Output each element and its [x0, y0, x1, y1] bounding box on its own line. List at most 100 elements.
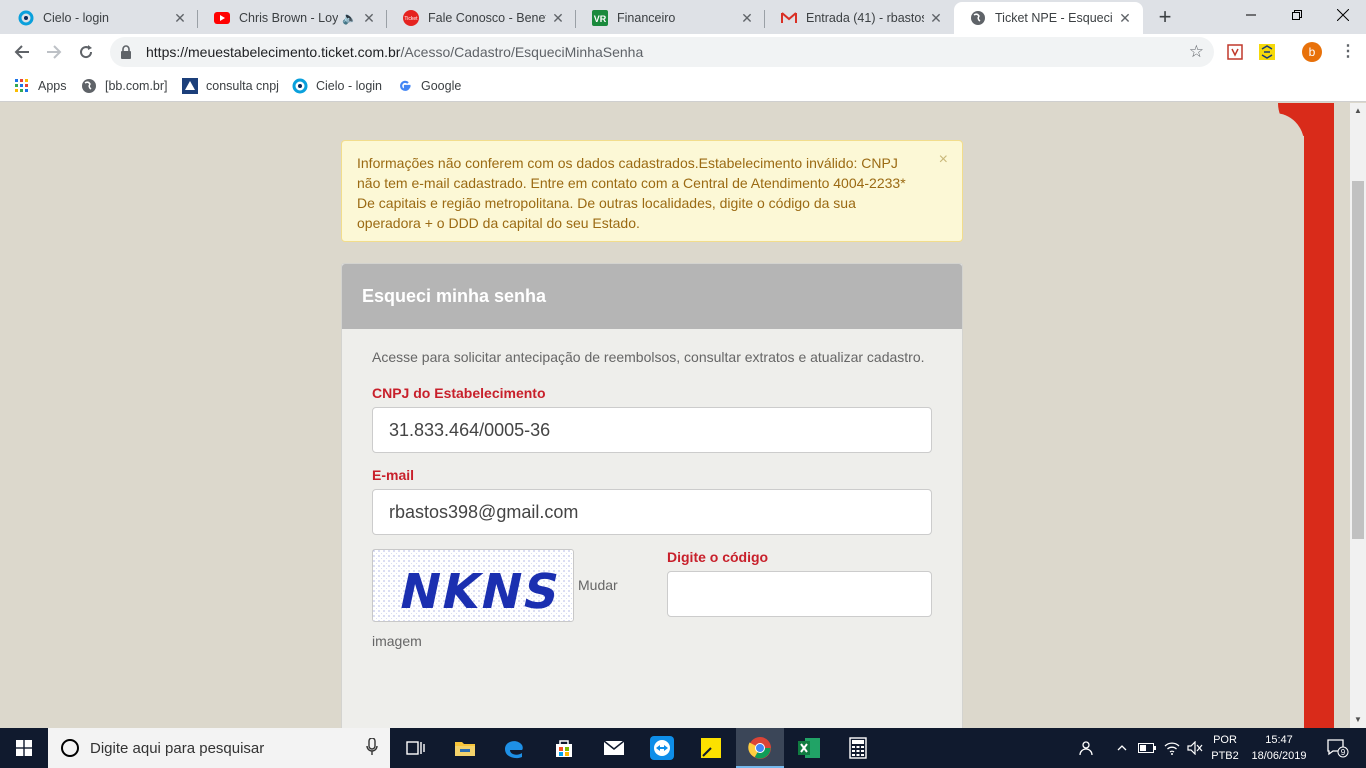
- reload-icon[interactable]: [72, 38, 100, 66]
- change-image-link-continued[interactable]: imagem: [372, 633, 422, 649]
- gmail-icon: [781, 10, 797, 26]
- extension-bb-icon[interactable]: [1257, 42, 1277, 62]
- windows-start-icon[interactable]: [0, 728, 48, 768]
- profile-avatar[interactable]: b: [1302, 42, 1322, 62]
- close-tab-icon[interactable]: ✕: [1117, 10, 1133, 26]
- battery-icon[interactable]: [1136, 728, 1158, 768]
- url-host: https://meuestabelecimento.ticket.com.br: [146, 44, 401, 60]
- bookmark-apps[interactable]: Apps: [14, 76, 67, 96]
- page-viewport: Informações não conferem com os dados ca…: [0, 103, 1350, 728]
- tab-ticket-npe[interactable]: Ticket NPE - Esqueci Mi ✕: [954, 2, 1143, 34]
- globe-icon: [970, 10, 986, 26]
- email-value: rbastos398@gmail.com: [389, 501, 579, 522]
- clock-time: 15:47: [1265, 734, 1293, 746]
- bookmark-label: Apps: [38, 79, 67, 93]
- bookmark-cielo[interactable]: Cielo - login: [292, 76, 382, 96]
- teamviewer-icon[interactable]: [638, 728, 686, 768]
- address-bar[interactable]: https://meuestabelecimento.ticket.com.br…: [110, 37, 1214, 67]
- card-title: Esqueci minha senha: [342, 264, 962, 329]
- windows-taskbar: Digite aqui para pesquisar POR PTB2 15:4…: [0, 728, 1366, 768]
- tab-fale-conosco[interactable]: Ticket Fale Conosco - Benefíci ✕: [387, 2, 576, 34]
- extension-shield-icon[interactable]: [1225, 42, 1245, 62]
- bookmark-label: [bb.com.br]: [105, 79, 168, 93]
- tab-gmail[interactable]: Entrada (41) - rbastos39 ✕: [765, 2, 954, 34]
- bookmark-consulta-cnpj[interactable]: consulta cnpj: [182, 76, 279, 96]
- captcha-text: NKNS: [394, 564, 566, 619]
- svg-text:VR: VR: [594, 14, 607, 24]
- clock-date: 18/06/2019: [1251, 750, 1307, 762]
- tab-title: Ticket NPE - Esqueci Mi: [995, 11, 1113, 25]
- tab-title: Chris Brown - Loyal: [239, 11, 339, 25]
- change-image-link[interactable]: Mudar: [578, 577, 618, 593]
- bookmark-label: consulta cnpj: [206, 79, 279, 93]
- tab-financeiro[interactable]: VR Financeiro ✕: [576, 2, 765, 34]
- sticky-notes-icon[interactable]: [687, 728, 735, 768]
- bookmark-google[interactable]: Google: [397, 76, 461, 96]
- scroll-thumb[interactable]: [1352, 181, 1364, 539]
- email-label: E-mail: [372, 467, 415, 483]
- cnpj-field[interactable]: 31.833.464/0005-36: [372, 407, 932, 453]
- bookmark-label: Google: [421, 79, 462, 93]
- scroll-down-icon[interactable]: ▼: [1350, 712, 1366, 728]
- speaker-icon[interactable]: 🔈: [342, 11, 357, 25]
- alert-close-icon[interactable]: ×: [939, 150, 948, 170]
- close-tab-icon[interactable]: ✕: [550, 10, 566, 26]
- close-tab-icon[interactable]: ✕: [172, 10, 188, 26]
- edge-icon[interactable]: [490, 728, 538, 768]
- close-tab-icon[interactable]: ✕: [739, 10, 755, 26]
- restore-icon[interactable]: [1274, 0, 1320, 30]
- bookmark-star-icon[interactable]: ☆: [1189, 42, 1204, 62]
- vr-icon: VR: [592, 10, 608, 26]
- browser-tab-strip: Cielo - login ✕ Chris Brown - Loyal 🔈 ✕ …: [0, 0, 1366, 34]
- tray-chevron-up-icon[interactable]: [1112, 728, 1132, 768]
- captcha-image: NKNS: [372, 549, 574, 622]
- close-tab-icon[interactable]: ✕: [361, 10, 377, 26]
- search-placeholder: Digite aqui para pesquisar: [90, 739, 265, 757]
- input-language[interactable]: POR PTB2: [1208, 732, 1242, 764]
- taskbar-search-input[interactable]: Digite aqui para pesquisar: [48, 728, 390, 768]
- close-window-icon[interactable]: [1320, 0, 1366, 30]
- email-field[interactable]: rbastos398@gmail.com: [372, 489, 932, 535]
- google-icon: [397, 78, 413, 94]
- people-icon[interactable]: [1074, 728, 1100, 768]
- cnpj-label: CNPJ do Estabelecimento: [372, 385, 546, 401]
- bookmark-bb[interactable]: [bb.com.br]: [81, 76, 168, 96]
- keyboard-layout: PTB2: [1211, 750, 1239, 762]
- volume-muted-icon[interactable]: [1184, 728, 1206, 768]
- microphone-icon[interactable]: [366, 737, 378, 760]
- code-field[interactable]: [667, 571, 932, 617]
- globe-icon: [81, 78, 97, 94]
- decorative-red-bar: [1304, 103, 1334, 728]
- lock-icon[interactable]: [120, 45, 134, 59]
- new-tab-button[interactable]: +: [1154, 6, 1176, 28]
- calculator-icon[interactable]: [834, 728, 882, 768]
- scroll-up-icon[interactable]: ▲: [1350, 103, 1366, 119]
- alert-message: Informações não conferem com os dados ca…: [357, 155, 906, 231]
- minimize-icon[interactable]: [1228, 0, 1274, 30]
- menu-dots-icon[interactable]: ⋮: [1338, 42, 1358, 62]
- tab-title: Entrada (41) - rbastos39: [806, 11, 924, 25]
- file-explorer-icon[interactable]: [441, 728, 489, 768]
- cielo-icon: [292, 78, 308, 94]
- decorative-page-edge: [1262, 113, 1304, 728]
- code-label: Digite o código: [667, 549, 769, 565]
- tab-cielo-login[interactable]: Cielo - login ✕: [2, 2, 198, 34]
- chrome-icon[interactable]: [736, 728, 784, 768]
- page-scrollbar[interactable]: ▲ ▼: [1350, 103, 1366, 728]
- tab-youtube[interactable]: Chris Brown - Loyal 🔈 ✕: [198, 2, 387, 34]
- back-icon[interactable]: [8, 38, 36, 66]
- close-tab-icon[interactable]: ✕: [928, 10, 944, 26]
- action-center-icon[interactable]: 9: [1318, 728, 1358, 768]
- mail-icon[interactable]: [590, 728, 638, 768]
- cortana-icon: [60, 738, 80, 758]
- notification-count: 9: [1341, 748, 1346, 757]
- wifi-icon[interactable]: [1160, 728, 1184, 768]
- system-clock[interactable]: 15:47 18/06/2019: [1246, 732, 1312, 764]
- bookmark-label: Cielo - login: [316, 79, 383, 93]
- youtube-icon: [214, 10, 230, 26]
- cnpj-value: 31.833.464/0005-36: [389, 419, 551, 440]
- forward-icon[interactable]: [40, 38, 68, 66]
- excel-icon[interactable]: [785, 728, 833, 768]
- task-view-icon[interactable]: [392, 728, 440, 768]
- store-icon[interactable]: [540, 728, 588, 768]
